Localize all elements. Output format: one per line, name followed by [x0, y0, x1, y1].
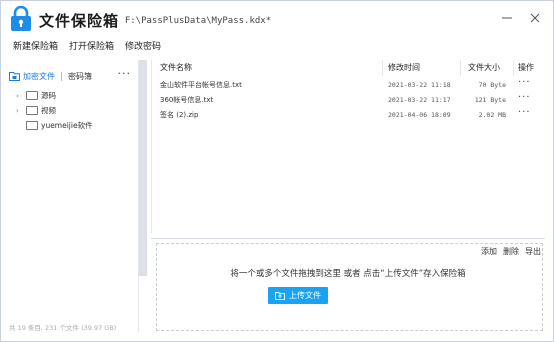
menu-bar: 新建保险箱 打开保险箱 修改密码 [13, 39, 161, 52]
upload-icon [275, 292, 285, 300]
folder-tree: › 源码 › 视频 yuemeijie软件 [16, 88, 93, 133]
menu-change-password[interactable]: 修改密码 [125, 39, 161, 52]
tree-item-software[interactable]: yuemeijie软件 [16, 118, 93, 133]
upload-hint: 将一个或多个文件拖拽到这里 或者 点击“上传文件”存入保险箱 [230, 269, 466, 279]
app-title: 文件保险箱 [39, 12, 120, 30]
upload-panel: 添加 删除 导出 将一个或多个文件拖拽到这里 或者 点击“上传文件”存入保险箱 … [151, 238, 545, 333]
export-button[interactable]: 导出 [525, 246, 541, 257]
lock-icon [11, 6, 31, 31]
tab-divider [61, 71, 62, 81]
title-bar: 文件保险箱 - F:\PassPlusData\MyPass.kdx* [1, 1, 553, 37]
tree-item-label: yuemeijie软件 [41, 121, 93, 130]
file-size: 2.02 MB [478, 111, 506, 119]
file-name: 360帐号信息.txt [160, 96, 214, 104]
tree-item-label: 源码 [41, 91, 56, 100]
folder-icon [26, 121, 38, 130]
tree-item-source[interactable]: › 源码 [16, 88, 93, 103]
tree-item-label: 视频 [41, 106, 56, 115]
upload-file-label: 上传文件 [289, 291, 321, 300]
file-time: 2021-04-06 18:09 [388, 111, 451, 119]
col-header-size[interactable]: 文件大小 [468, 60, 500, 76]
col-divider [513, 60, 514, 76]
row-more-button[interactable]: ··· [518, 92, 531, 103]
chevron-right-icon[interactable]: › [16, 107, 23, 115]
col-divider [382, 60, 383, 76]
tab-encrypted-files-label: 加密文件 [23, 71, 55, 81]
sidebar-tabs: 加密文件 密码簿 ··· [9, 67, 137, 83]
col-header-time[interactable]: 修改时间 [388, 60, 420, 76]
vertical-scrollbar[interactable] [139, 60, 147, 276]
col-header-name[interactable]: 文件名称 [160, 60, 192, 76]
file-path: - F:\PassPlusData\MyPass.kdx* [114, 16, 272, 26]
tab-password-book[interactable]: 密码簿 [68, 71, 92, 82]
folder-icon [26, 106, 38, 115]
file-size: 70 Byte [478, 81, 506, 89]
file-time: 2021-03-22 11:18 [388, 81, 451, 89]
file-table: 文件名称 修改时间 文件大小 操作 金山软件平台帐号信息.txt 2021-03… [151, 60, 546, 233]
sidebar-more-button[interactable]: ··· [118, 67, 132, 80]
col-header-action: 操作 [518, 63, 534, 72]
file-time: 2021-03-22 11:17 [388, 96, 451, 104]
minimize-icon[interactable] [499, 10, 515, 26]
file-size: 121 Byte [474, 96, 506, 104]
menu-open-vault[interactable]: 打开保险箱 [69, 39, 114, 52]
status-footer: 共 19 条目, 231 个文件 (39.97 GB) [9, 324, 117, 332]
encrypted-folder-icon [9, 72, 20, 81]
col-divider [460, 60, 461, 76]
tab-encrypted-files[interactable]: 加密文件 [9, 71, 55, 82]
upload-file-button[interactable]: 上传文件 [268, 287, 328, 304]
add-button[interactable]: 添加 [481, 246, 497, 257]
row-more-button[interactable]: ··· [518, 107, 531, 118]
file-name: 金山软件平台帐号信息.txt [160, 81, 242, 89]
close-icon[interactable] [527, 10, 543, 26]
row-more-button[interactable]: ··· [518, 77, 531, 88]
chevron-right-icon[interactable]: › [16, 92, 23, 100]
file-name: 签名 (2).zip [160, 111, 199, 119]
delete-button[interactable]: 删除 [503, 246, 519, 257]
app-window: 文件保险箱 - F:\PassPlusData\MyPass.kdx* 新建保险… [0, 0, 554, 342]
upload-actions: 添加 删除 导出 [481, 246, 541, 257]
sidebar: 加密文件 密码簿 ··· › 源码 › 视频 yuemeijie软件 共 19 … [6, 60, 139, 332]
folder-icon [26, 91, 38, 100]
tree-item-video[interactable]: › 视频 [16, 103, 93, 118]
menu-new-vault[interactable]: 新建保险箱 [13, 39, 58, 52]
